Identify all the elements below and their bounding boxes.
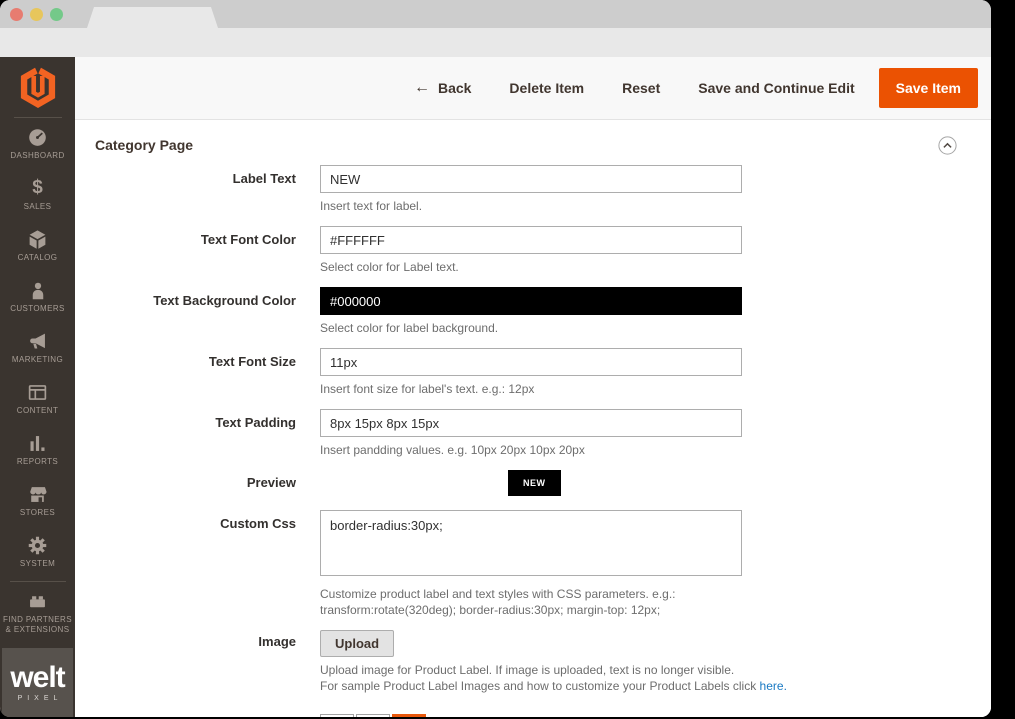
- custom-css-textarea[interactable]: border-radius:30px;: [320, 510, 742, 576]
- save-and-continue-button[interactable]: Save and Continue Edit: [698, 80, 854, 96]
- back-label: Back: [438, 80, 471, 96]
- sidebar-item-label: SYSTEM: [3, 559, 73, 569]
- position-cell[interactable]: [320, 714, 354, 717]
- weltpixel-logo[interactable]: welt PIXEL: [2, 648, 73, 717]
- collapse-section-button[interactable]: [938, 136, 957, 158]
- sidebar-divider: [10, 581, 66, 582]
- sidebar-item-label: CUSTOMERS: [3, 304, 73, 314]
- dashboard-icon: [27, 127, 48, 148]
- field-row-text-font-color: Text Font Color Select color for Label t…: [95, 226, 991, 275]
- sidebar-item-label: MARKETING: [3, 355, 73, 365]
- back-button[interactable]: ← Back: [414, 79, 471, 97]
- sidebar-item-reports[interactable]: REPORTS: [0, 424, 75, 475]
- customers-icon: [28, 280, 48, 301]
- sidebar-item-label: REPORTS: [3, 457, 73, 467]
- sales-icon: $: [32, 178, 43, 199]
- text-background-color-input[interactable]: [320, 287, 742, 315]
- field-label: Preview: [95, 470, 296, 496]
- sidebar-item-dashboard[interactable]: DASHBOARD: [0, 118, 75, 169]
- field-note: Customize product label and text styles …: [320, 586, 742, 618]
- field-label: Text Font Size: [95, 348, 296, 397]
- position-cell[interactable]: [356, 714, 390, 717]
- screen: DASHBOARD $ SALES CATALOG CUSTOME: [0, 0, 1015, 719]
- field-label: Label Text: [95, 165, 296, 214]
- sidebar-item-label: DASHBOARD: [3, 151, 73, 161]
- form-content: Category Page Label Text Insert te: [75, 120, 991, 717]
- sidebar-item-find-partners[interactable]: FIND PARTNERS & EXTENSIONS: [0, 584, 75, 642]
- close-window-button[interactable]: [10, 8, 23, 21]
- sidebar-item-sales[interactable]: $ SALES: [0, 169, 75, 220]
- sidebar-item-label: SALES: [3, 202, 73, 212]
- custom-css-note-line2: transform:rotate(320deg); border-radius:…: [320, 603, 660, 617]
- section-title: Category Page: [95, 137, 193, 153]
- weltpixel-logo-sub: PIXEL: [18, 695, 63, 702]
- field-note: Insert pandding values. e.g. 10px 20px 1…: [320, 442, 742, 458]
- catalog-icon: [27, 229, 48, 250]
- position-cell-selected[interactable]: [392, 714, 426, 717]
- browser-tab[interactable]: [87, 7, 218, 28]
- field-note: Select color for label background.: [320, 320, 742, 336]
- sidebar-item-label: CONTENT: [3, 406, 73, 416]
- field-row-custom-css: Custom Css border-radius:30px; Customize…: [95, 510, 991, 618]
- field-row-text-font-size: Text Font Size Insert font size for labe…: [95, 348, 991, 397]
- browser-window: DASHBOARD $ SALES CATALOG CUSTOME: [0, 0, 991, 717]
- sidebar-item-customers[interactable]: CUSTOMERS: [0, 271, 75, 322]
- weltpixel-logo-main: welt: [10, 664, 64, 692]
- text-padding-input[interactable]: [320, 409, 742, 437]
- field-note: Select color for Label text.: [320, 259, 742, 275]
- delete-item-button[interactable]: Delete Item: [509, 80, 584, 96]
- sample-labels-link[interactable]: here.: [760, 679, 787, 693]
- field-row-image: Image Upload Upload image for Product La…: [95, 630, 991, 694]
- field-row-label-text: Label Text Insert text for label.: [95, 165, 991, 214]
- magento-logo-icon: [18, 65, 58, 109]
- sidebar-item-stores[interactable]: STORES: [0, 475, 75, 526]
- field-label: Text Background Color: [95, 287, 296, 336]
- sidebar-item-content[interactable]: CONTENT: [0, 373, 75, 424]
- marketing-icon: [27, 331, 48, 352]
- field-note: Insert font size for label's text. e.g.:…: [320, 381, 742, 397]
- upload-image-button[interactable]: Upload: [320, 630, 394, 657]
- browser-titlebar: [0, 0, 991, 28]
- field-label: Position: [95, 712, 296, 717]
- field-row-text-background-color: Text Background Color Select color for l…: [95, 287, 991, 336]
- custom-css-note-line1: Customize product label and text styles …: [320, 587, 676, 601]
- text-font-color-input[interactable]: [320, 226, 742, 254]
- label-preview-badge: NEW: [508, 470, 561, 496]
- browser-address-bar[interactable]: [0, 28, 991, 57]
- field-row-preview: Preview NEW: [95, 470, 991, 496]
- field-row-text-padding: Text Padding Insert pandding values. e.g…: [95, 409, 991, 458]
- back-arrow-icon: ←: [414, 79, 430, 97]
- position-grid: [320, 714, 426, 717]
- save-item-button[interactable]: Save Item: [879, 68, 978, 108]
- field-note: Insert text for label.: [320, 198, 742, 214]
- field-label: Text Padding: [95, 409, 296, 458]
- image-note-line2: For sample Product Label Images and how …: [320, 679, 760, 693]
- sidebar-item-system[interactable]: SYSTEM: [0, 526, 75, 577]
- text-font-size-input[interactable]: [320, 348, 742, 376]
- content-icon: [27, 382, 48, 403]
- magento-logo[interactable]: [18, 63, 58, 111]
- field-label: Image: [95, 630, 296, 694]
- sidebar-item-label: STORES: [3, 508, 73, 518]
- chevron-up-icon: [938, 136, 957, 155]
- reports-icon: [27, 433, 48, 454]
- admin-sidebar: DASHBOARD $ SALES CATALOG CUSTOME: [0, 57, 75, 717]
- sidebar-item-label: FIND PARTNERS & EXTENSIONS: [3, 615, 73, 635]
- sidebar-item-label: CATALOG: [3, 253, 73, 263]
- field-note: Upload image for Product Label. If image…: [320, 662, 787, 694]
- sidebar-item-marketing[interactable]: MARKETING: [0, 322, 75, 373]
- field-label: Custom Css: [95, 510, 296, 618]
- minimize-window-button[interactable]: [30, 8, 43, 21]
- system-icon: [27, 535, 48, 556]
- reset-button[interactable]: Reset: [622, 80, 660, 96]
- sidebar-item-catalog[interactable]: CATALOG: [0, 220, 75, 271]
- label-text-input[interactable]: [320, 165, 742, 193]
- field-row-position: Position: [95, 712, 991, 717]
- zoom-window-button[interactable]: [50, 8, 63, 21]
- extensions-icon: [27, 591, 48, 612]
- image-note-line1: Upload image for Product Label. If image…: [320, 663, 734, 677]
- field-label: Text Font Color: [95, 226, 296, 275]
- page-actions-bar: ← Back Delete Item Reset Save and Contin…: [75, 57, 991, 120]
- stores-icon: [27, 484, 48, 505]
